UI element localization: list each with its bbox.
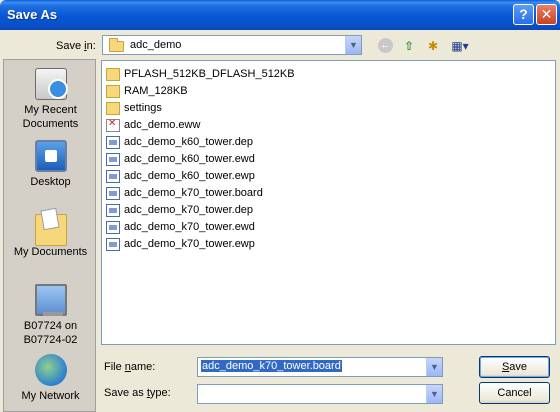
place-my-recent-documents[interactable]: My Recent Documents — [4, 68, 97, 131]
file-icon — [106, 221, 120, 234]
desktop-icon — [34, 140, 67, 172]
file-name-label: File name: — [104, 361, 156, 373]
chevron-down-icon[interactable]: ▼ — [345, 36, 361, 54]
folder-icon — [109, 38, 124, 52]
file-icon — [106, 136, 120, 149]
save-as-type-label: Save as type: — [104, 387, 171, 399]
folder-icon — [106, 85, 120, 98]
places-bar: My Recent Documents Desktop My Documents… — [3, 59, 96, 412]
my-recent-documents-icon — [34, 68, 68, 100]
window-title: Save As — [7, 7, 58, 22]
file-icon — [106, 187, 120, 200]
folder-icon — [106, 68, 120, 81]
help-icon: ? — [519, 6, 528, 22]
workspace-file-icon — [106, 118, 120, 132]
close-button[interactable]: ✕ — [536, 4, 557, 25]
place-desktop[interactable]: Desktop — [4, 140, 97, 189]
cancel-button[interactable]: Cancel — [479, 382, 550, 404]
file-list[interactable]: PFLASH_512KB_DFLASH_512KB RAM_128KB sett… — [101, 60, 556, 345]
place-my-computer[interactable]: B07724 on B07724-02 — [4, 284, 97, 347]
save-as-type-dropdown[interactable]: ▼ — [197, 384, 443, 404]
save-in-label: Save in: — [56, 40, 96, 52]
close-icon: ✕ — [540, 6, 553, 22]
chevron-down-icon[interactable]: ▼ — [426, 358, 442, 376]
save-button[interactable]: Save — [479, 356, 550, 378]
back-icon[interactable]: ← — [378, 38, 393, 53]
my-documents-icon — [34, 214, 67, 246]
file-icon — [106, 204, 120, 217]
my-computer-icon — [34, 284, 67, 316]
up-folder-icon[interactable]: ⇧ — [400, 37, 418, 55]
save-in-dropdown[interactable]: adc_demo ▼ — [102, 35, 362, 55]
chevron-down-icon[interactable]: ▼ — [426, 385, 442, 403]
place-my-documents[interactable]: My Documents — [4, 210, 97, 259]
help-button[interactable]: ? — [513, 4, 534, 25]
new-folder-icon[interactable]: ✱ — [424, 37, 442, 55]
my-network-icon — [34, 354, 67, 386]
save-in-value: adc_demo — [130, 39, 182, 51]
file-name-value[interactable]: adc_demo_k70_tower.board — [201, 360, 342, 372]
file-icon — [106, 153, 120, 166]
views-menu-icon[interactable]: ▦▾ — [448, 37, 472, 55]
folder-icon — [106, 102, 120, 115]
file-icon — [106, 238, 120, 251]
place-my-network[interactable]: My Network — [4, 354, 97, 403]
file-icon — [106, 170, 120, 183]
title-bar: Save As ? ✕ — [0, 0, 560, 30]
file-name-input[interactable]: adc_demo_k70_tower.board ▼ — [197, 357, 443, 377]
